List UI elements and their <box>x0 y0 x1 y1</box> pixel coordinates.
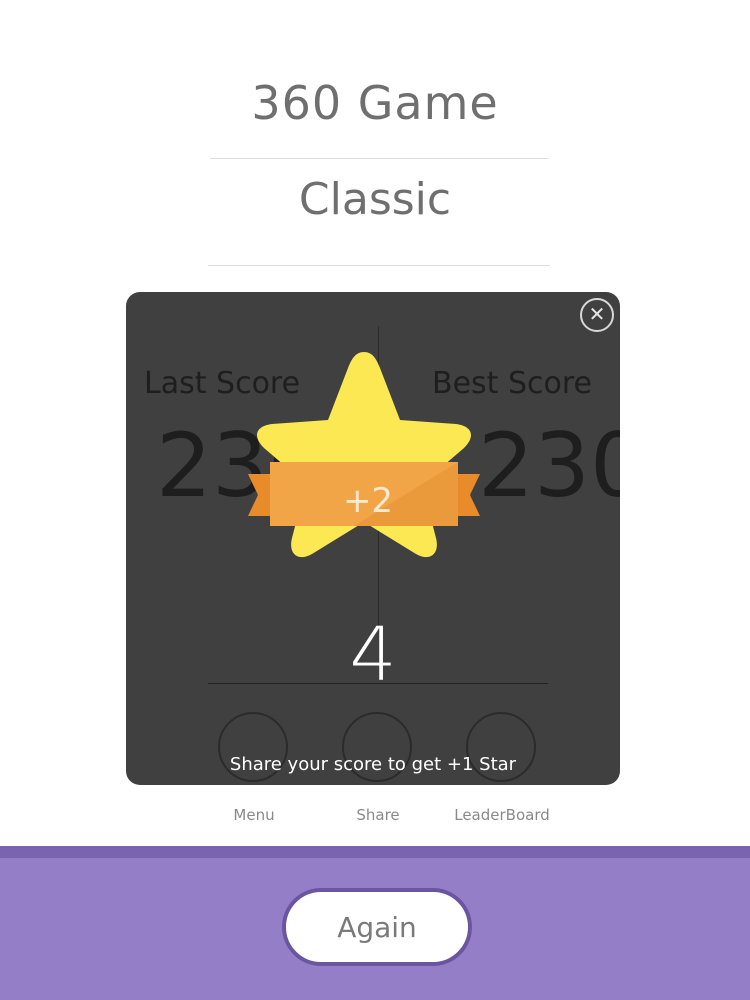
title-divider <box>210 158 548 159</box>
mode-title: Classic <box>298 174 452 225</box>
star-counter: 4 <box>349 612 397 698</box>
reward-value: +2 <box>342 481 394 521</box>
leaderboard-label[interactable]: LeaderBoard <box>422 806 582 824</box>
reward-popup: Last Score Best Score 230 230 +2 4 Share… <box>126 292 620 785</box>
game-title: 360 Game <box>251 76 499 130</box>
again-button[interactable]: Again <box>282 888 472 966</box>
best-score-value: 230 <box>478 414 620 517</box>
mode-divider <box>208 265 550 266</box>
close-icon[interactable]: ✕ <box>580 298 614 332</box>
share-hint[interactable]: Share your score to get +1 Star <box>126 754 620 775</box>
